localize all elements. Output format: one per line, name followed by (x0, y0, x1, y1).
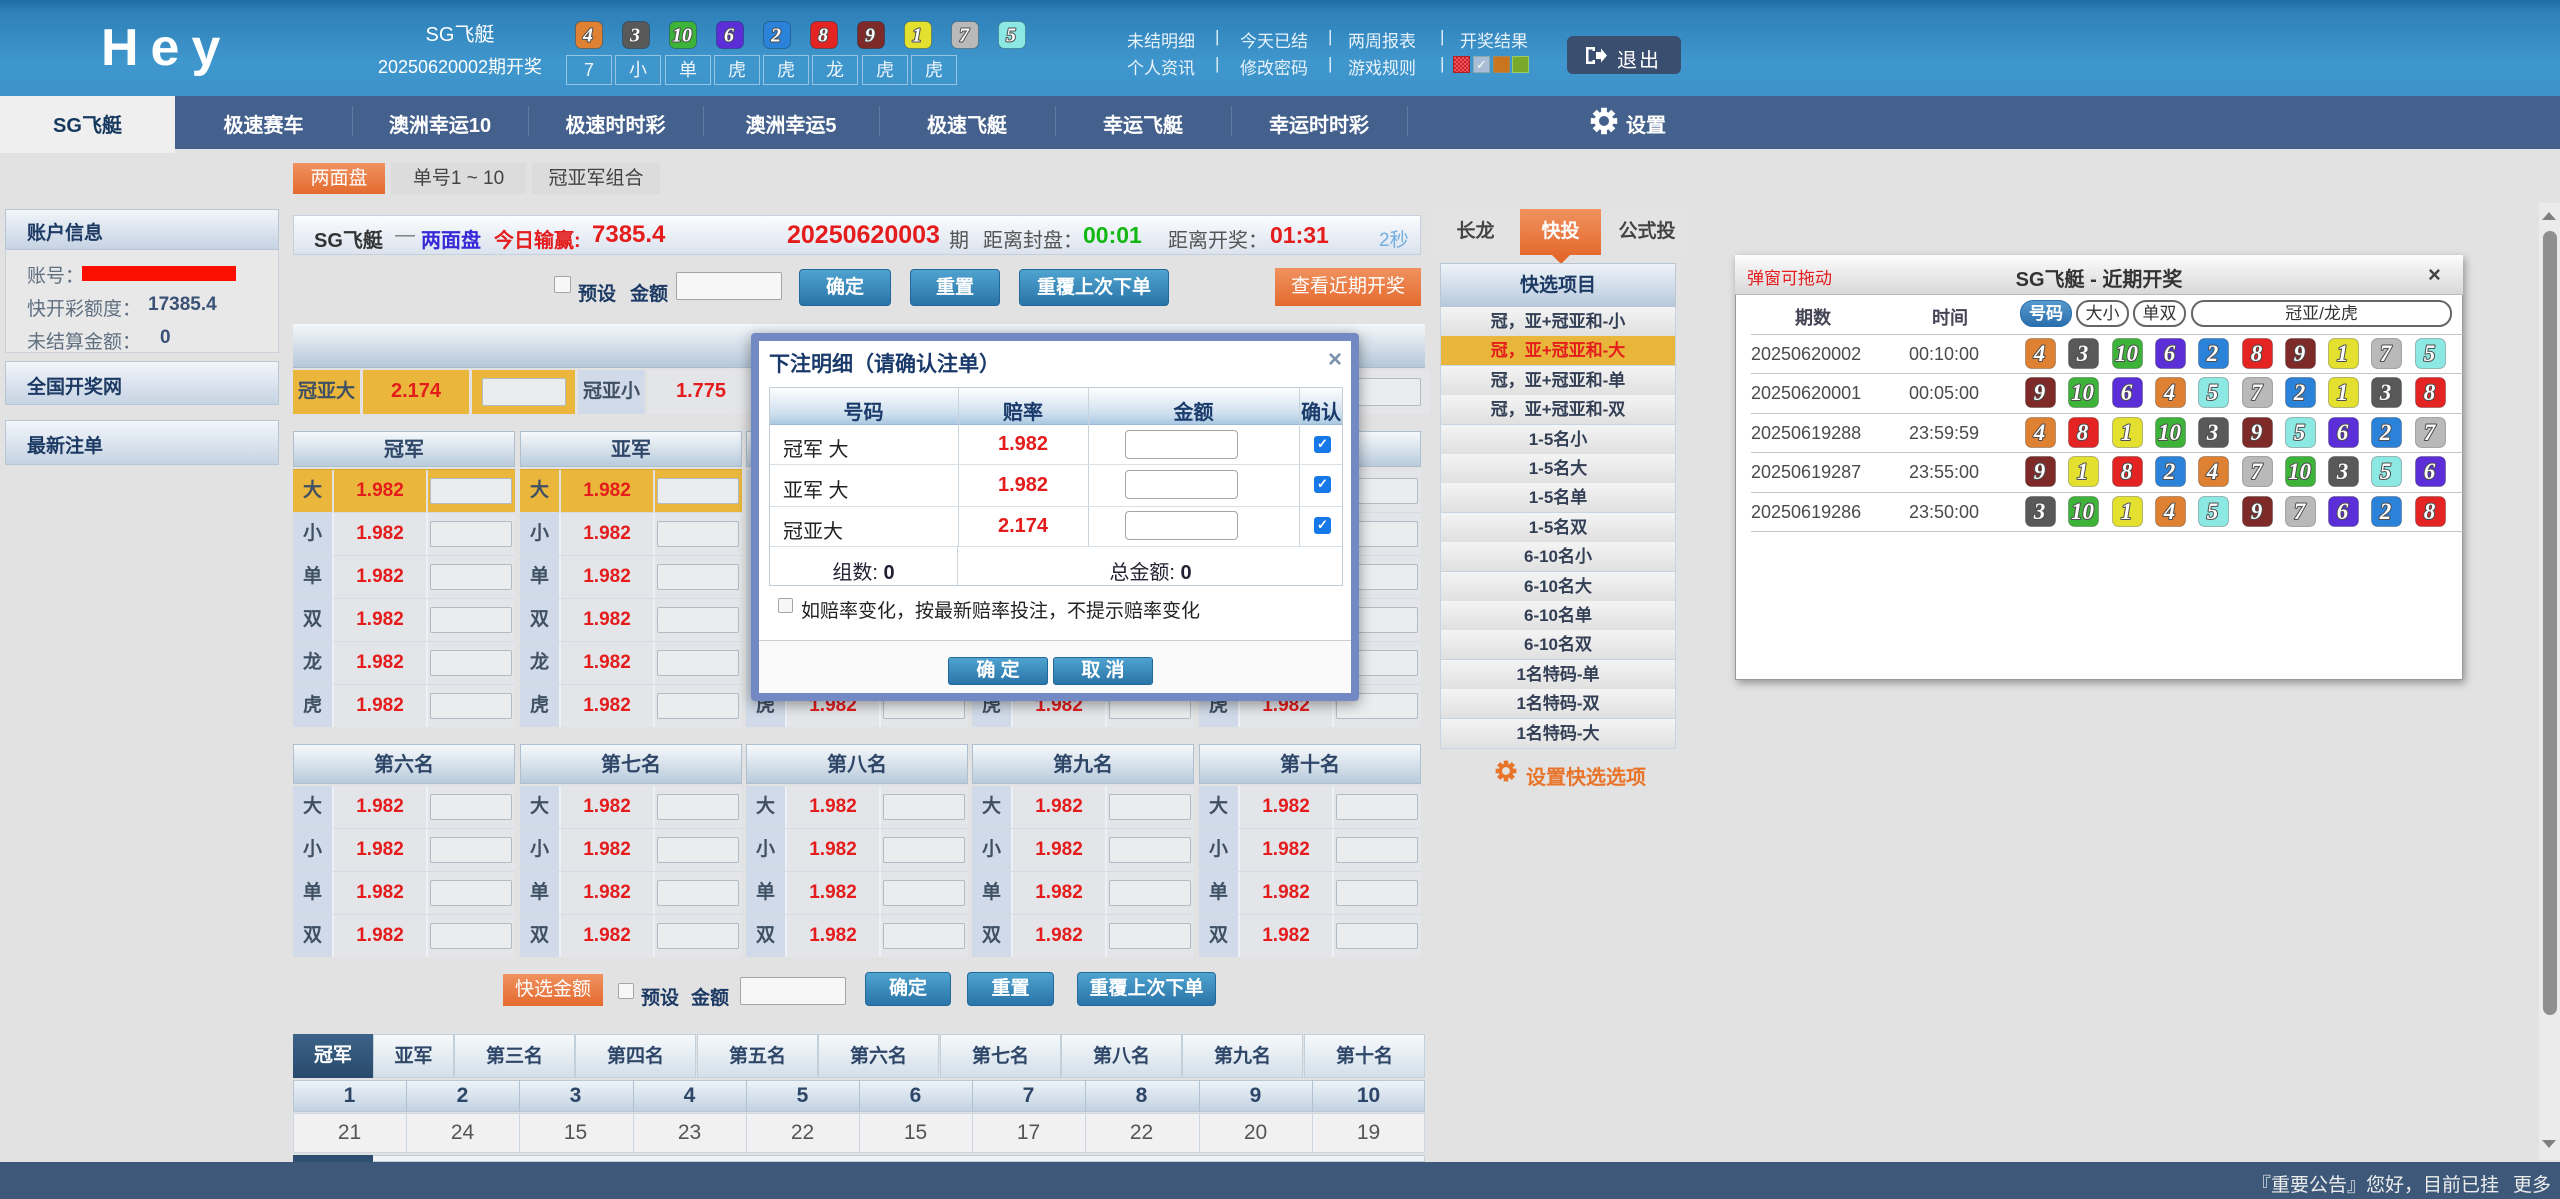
svg-text:4: 4 (2163, 380, 2176, 405)
svg-text:9: 9 (2294, 341, 2306, 366)
svg-text:3: 3 (2076, 341, 2089, 366)
svg-text:3: 3 (2206, 420, 2219, 445)
svg-text:9: 9 (2034, 459, 2046, 484)
svg-text:3: 3 (2336, 459, 2349, 484)
svg-text:10: 10 (2288, 459, 2312, 484)
svg-text:1: 1 (912, 25, 922, 47)
svg-text:9: 9 (2250, 498, 2262, 523)
svg-text:8: 8 (818, 25, 828, 47)
svg-text:2: 2 (2379, 498, 2392, 523)
svg-text:5: 5 (2380, 459, 2392, 484)
svg-text:6: 6 (2337, 498, 2349, 523)
svg-text:5: 5 (2294, 420, 2306, 445)
svg-text:2: 2 (770, 25, 781, 47)
svg-text:1: 1 (2337, 380, 2349, 405)
svg-text:1: 1 (2337, 341, 2349, 366)
svg-text:2: 2 (2163, 459, 2176, 484)
svg-text:4: 4 (2033, 420, 2046, 445)
svg-text:6: 6 (2164, 341, 2176, 366)
svg-text:6: 6 (2120, 380, 2132, 405)
svg-text:2: 2 (2293, 380, 2306, 405)
svg-text:7: 7 (959, 25, 970, 47)
svg-text:3: 3 (2379, 380, 2392, 405)
svg-text:2: 2 (2379, 420, 2392, 445)
svg-text:8: 8 (2120, 459, 2132, 484)
svg-text:10: 10 (2071, 380, 2095, 405)
svg-text:8: 8 (2423, 498, 2435, 523)
svg-text:8: 8 (2250, 341, 2262, 366)
svg-text:9: 9 (865, 25, 875, 47)
svg-text:7: 7 (2250, 380, 2263, 405)
svg-text:7: 7 (2294, 498, 2307, 523)
svg-text:7: 7 (2380, 341, 2393, 366)
svg-text:10: 10 (2115, 341, 2139, 366)
svg-text:1: 1 (2120, 420, 2132, 445)
svg-text:4: 4 (2033, 341, 2046, 366)
svg-text:5: 5 (2207, 498, 2219, 523)
svg-text:7: 7 (2250, 459, 2263, 484)
svg-text:4: 4 (582, 25, 593, 47)
svg-text:4: 4 (2206, 459, 2219, 484)
svg-text:3: 3 (629, 25, 640, 47)
svg-text:10: 10 (2158, 420, 2182, 445)
svg-text:10: 10 (2071, 498, 2095, 523)
svg-text:4: 4 (2163, 498, 2176, 523)
svg-text:5: 5 (2423, 341, 2435, 366)
svg-text:5: 5 (2207, 380, 2219, 405)
svg-text:7: 7 (2423, 420, 2436, 445)
svg-text:5: 5 (1006, 25, 1016, 47)
svg-text:1: 1 (2120, 498, 2132, 523)
svg-text:8: 8 (2423, 380, 2435, 405)
svg-text:6: 6 (2423, 459, 2435, 484)
svg-text:9: 9 (2250, 420, 2262, 445)
svg-text:1: 1 (2077, 459, 2089, 484)
svg-text:9: 9 (2034, 380, 2046, 405)
svg-text:10: 10 (672, 25, 692, 47)
svg-text:6: 6 (2337, 420, 2349, 445)
svg-text:8: 8 (2077, 420, 2089, 445)
svg-text:3: 3 (2033, 498, 2046, 523)
svg-text:2: 2 (2206, 341, 2219, 366)
svg-text:6: 6 (724, 25, 734, 47)
